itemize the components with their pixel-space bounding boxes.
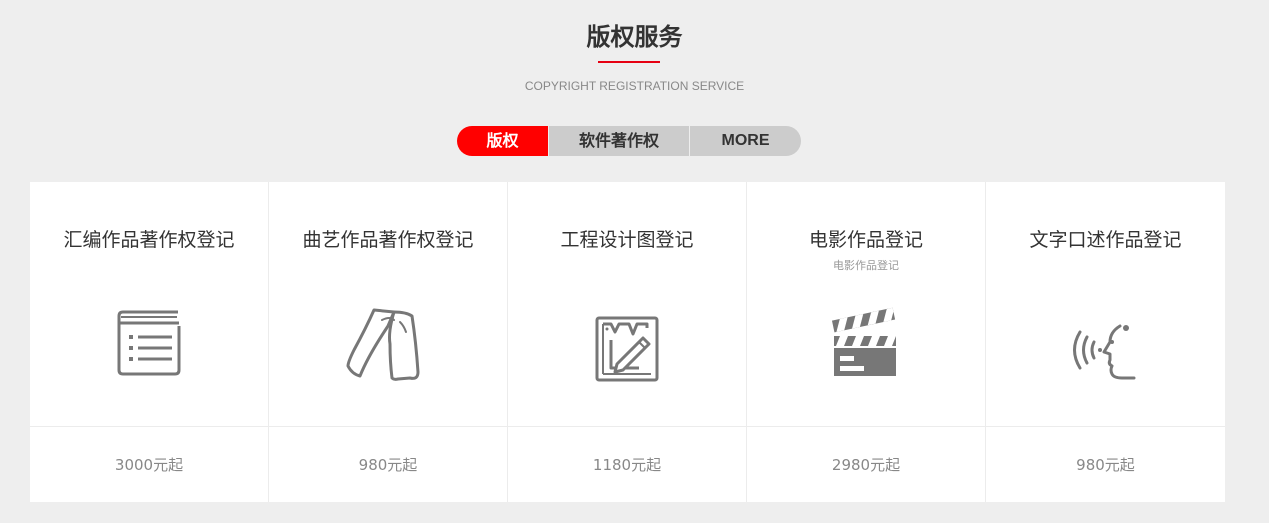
card-title: 汇编作品著作权登记 bbox=[63, 229, 235, 251]
card-price: 2980元起 bbox=[831, 456, 901, 474]
card-title: 工程设计图登记 bbox=[560, 229, 694, 251]
card-price: 1180元起 bbox=[592, 456, 662, 474]
service-card-folk-art[interactable]: 曲艺作品著作权登记 980元起 bbox=[269, 182, 508, 502]
page-title: 版权服务 bbox=[586, 23, 683, 51]
title-underline bbox=[598, 61, 660, 63]
service-card-film[interactable]: 电影作品登记 电影作品登记 2980元起 bbox=[747, 182, 986, 502]
tab-software-copyright[interactable]: 软件著作权 bbox=[549, 126, 689, 156]
card-title: 电影作品登记 bbox=[808, 229, 923, 251]
card-divider bbox=[508, 426, 746, 427]
page-subtitle: COPYRIGHT REGISTRATION SERVICE bbox=[524, 79, 745, 93]
card-price: 980元起 bbox=[1076, 456, 1135, 474]
service-card-oral-work[interactable]: 文字口述作品登记 980元起 bbox=[986, 182, 1225, 502]
engineering-design-icon bbox=[577, 302, 677, 392]
card-divider bbox=[986, 426, 1225, 427]
card-title: 曲艺作品著作权登记 bbox=[302, 229, 474, 251]
card-price: 980元起 bbox=[358, 456, 418, 474]
card-title: 文字口述作品登记 bbox=[1029, 229, 1182, 251]
card-price: 3000元起 bbox=[114, 456, 184, 474]
card-divider bbox=[747, 426, 985, 427]
folk-art-icon bbox=[338, 302, 438, 392]
tab-copyright[interactable]: 版权 bbox=[457, 126, 548, 156]
service-card-engineering-design[interactable]: 工程设计图登记 1180元起 bbox=[508, 182, 747, 502]
oral-speech-icon bbox=[1056, 302, 1156, 392]
tab-more[interactable]: MORE bbox=[690, 126, 801, 156]
card-divider bbox=[30, 426, 268, 427]
service-card-compilation[interactable]: 汇编作品著作权登记 3000元起 bbox=[30, 182, 269, 502]
card-divider bbox=[269, 426, 507, 427]
service-cards: 汇编作品著作权登记 3000元起 曲艺作品著作权登记 980元起 工程设计图登记… bbox=[30, 182, 1225, 502]
card-subtitle: 电影作品登记 bbox=[833, 259, 899, 272]
compilation-icon bbox=[99, 302, 199, 392]
service-tabs: 版权 软件著作权 MORE bbox=[457, 126, 801, 156]
clapperboard-icon bbox=[816, 302, 916, 392]
